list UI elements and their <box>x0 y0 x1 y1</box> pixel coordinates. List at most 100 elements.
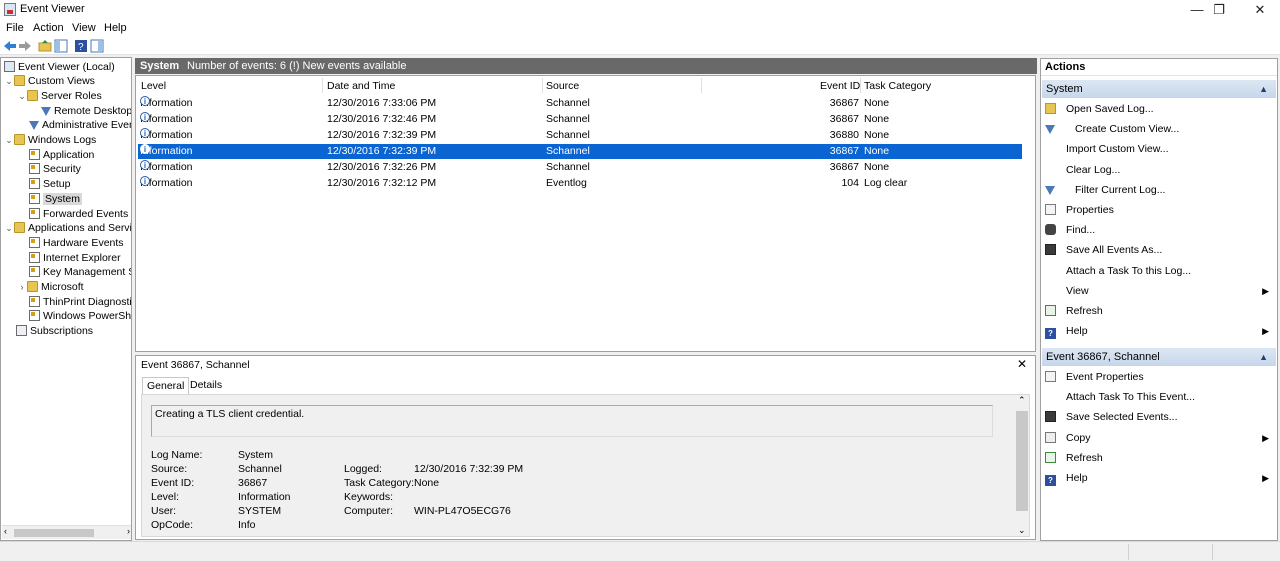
section-event[interactable]: Event 36867, Schannel ▲ <box>1042 348 1276 366</box>
collapse-icon[interactable]: ▲ <box>1259 80 1268 98</box>
action-create-custom-view[interactable]: Create Custom View... <box>1045 120 1273 138</box>
chevron-right-icon[interactable]: › <box>17 280 27 294</box>
tree-node-powershell[interactable]: Windows PowerShel <box>29 309 131 323</box>
information-icon: i <box>140 176 150 186</box>
label-log-name: Log Name: <box>151 449 203 461</box>
tree-node-custom-views[interactable]: ⌄ Custom Views <box>4 74 95 88</box>
tree-node-subscriptions[interactable]: Subscriptions <box>16 324 93 338</box>
tree-node-security[interactable]: Security <box>29 162 81 176</box>
tree-node-forwarded-events[interactable]: Forwarded Events <box>29 207 128 221</box>
menu-action[interactable]: Action <box>33 22 64 34</box>
table-row[interactable]: i Information 12/30/2016 7:32:26 PM Schanne… <box>138 160 1022 175</box>
menu-view[interactable]: View <box>72 22 96 34</box>
action-import-custom-view[interactable]: Import Custom View... <box>1045 140 1273 158</box>
menu-help[interactable]: Help <box>104 22 127 34</box>
table-row[interactable]: i Information 12/30/2016 7:32:39 PM Schanne… <box>138 144 1022 159</box>
scroll-left-icon[interactable]: ‹ <box>4 526 7 536</box>
column-header-date[interactable]: Date and Time <box>327 80 395 92</box>
cell-datetime: 12/30/2016 7:32:46 PM <box>327 113 437 125</box>
column-header-task-category[interactable]: Task Category <box>864 80 931 92</box>
log-icon <box>29 266 40 277</box>
table-row[interactable]: i Information 12/30/2016 7:33:06 PM Schanne… <box>138 96 1022 111</box>
save-icon <box>1045 411 1056 423</box>
copy-icon <box>1045 431 1056 443</box>
collapse-icon[interactable]: ▲ <box>1259 348 1268 366</box>
chevron-down-icon[interactable]: ⌄ <box>17 89 27 103</box>
table-row[interactable]: i Information 12/30/2016 7:32:46 PM Schanne… <box>138 112 1022 127</box>
tree-node-thinprint[interactable]: ThinPrint Diagnostic <box>29 295 131 309</box>
tree-node-apps-services[interactable]: ⌄ Applications and Servic <box>4 221 131 235</box>
tree-node-root[interactable]: Event Viewer (Local) <box>4 60 115 74</box>
information-icon: i <box>140 160 150 170</box>
action-filter-current-log[interactable]: Filter Current Log... <box>1045 181 1273 199</box>
title-bar: Event Viewer — ❐ ✕ <box>0 0 1280 20</box>
forward-arrow-icon[interactable] <box>18 39 32 53</box>
information-icon: i <box>140 144 150 154</box>
tree-node-key-management[interactable]: Key Management Se <box>29 265 131 279</box>
scroll-right-icon[interactable]: › <box>127 526 130 536</box>
event-action-save-selected-events[interactable]: Save Selected Events... <box>1045 408 1273 426</box>
tree-node-system[interactable]: System <box>29 192 83 206</box>
log-icon <box>29 193 40 204</box>
tree-node-windows-logs[interactable]: ⌄ Windows Logs <box>4 133 96 147</box>
event-action-attach-task-to-this-event[interactable]: Attach Task To This Event... <box>1045 388 1273 406</box>
detail-vertical-scrollbar[interactable]: ⌃ ⌄ <box>1015 395 1029 536</box>
column-header-level[interactable]: Level <box>141 80 166 92</box>
tree-node-application[interactable]: Application <box>29 148 94 162</box>
tree-node-setup[interactable]: Setup <box>29 177 70 191</box>
tree-node-hardware-events[interactable]: Hardware Events <box>29 236 124 250</box>
event-properties-icon <box>1045 371 1056 382</box>
folder-icon <box>14 134 25 145</box>
help-icon: ? <box>1045 328 1056 340</box>
chevron-down-icon[interactable]: ⌄ <box>4 133 14 147</box>
help-icon[interactable]: ? <box>74 39 88 53</box>
event-action-event-properties[interactable]: Event Properties <box>1045 368 1273 386</box>
chevron-down-icon[interactable]: ⌄ <box>4 221 14 235</box>
event-action-refresh[interactable]: Refresh <box>1045 449 1273 467</box>
event-action-help[interactable]: ? Help ▶ <box>1045 469 1273 487</box>
column-header-source[interactable]: Source <box>546 80 579 92</box>
action-help[interactable]: ? Help ▶ <box>1045 322 1273 340</box>
action-attach-a-task-to-this-log[interactable]: Attach a Task To this Log... <box>1045 262 1273 280</box>
action-save-all-events-as[interactable]: Save All Events As... <box>1045 241 1273 259</box>
action-view[interactable]: View ▶ <box>1045 282 1273 300</box>
menu-file[interactable]: File <box>6 22 24 34</box>
action-refresh[interactable]: Refresh <box>1045 302 1273 320</box>
close-icon[interactable]: ✕ <box>1017 357 1027 371</box>
action-clear-log[interactable]: Clear Log... <box>1045 161 1273 179</box>
tree-node-administrative-events[interactable]: Administrative Even <box>29 118 131 132</box>
tree-node-internet-explorer[interactable]: Internet Explorer <box>29 251 121 265</box>
restore-button[interactable]: ❐ <box>1199 0 1239 20</box>
back-arrow-icon[interactable] <box>3 39 17 53</box>
show-hide-console-tree-icon[interactable] <box>54 39 68 53</box>
close-button[interactable]: ✕ <box>1240 0 1280 20</box>
tab-general[interactable]: General <box>142 377 190 394</box>
action-label: Attach Task To This Event... <box>1066 391 1195 404</box>
action-find[interactable]: Find... <box>1045 221 1273 239</box>
scrollbar-thumb[interactable] <box>1016 411 1028 511</box>
table-row[interactable]: i Information 12/30/2016 7:32:12 PM Eventlo… <box>138 176 1022 191</box>
action-open-saved-log[interactable]: Open Saved Log... <box>1045 100 1273 118</box>
log-icon <box>29 296 40 307</box>
section-system[interactable]: System ▲ <box>1042 80 1276 98</box>
column-header-event-id[interactable]: Event ID <box>820 80 860 92</box>
scrollbar-thumb[interactable] <box>14 529 94 537</box>
tree-node-remote-desktop[interactable]: Remote Desktop <box>41 104 131 118</box>
chevron-down-icon[interactable]: ⌄ <box>4 74 14 88</box>
tab-details[interactable]: Details <box>186 377 226 394</box>
filter-icon <box>41 107 51 116</box>
filter-icon <box>1045 185 1055 195</box>
event-description[interactable]: Creating a TLS client credential. <box>151 405 993 437</box>
tree-node-microsoft[interactable]: › Microsoft <box>17 280 84 294</box>
tree-node-server-roles[interactable]: ⌄ Server Roles <box>17 89 102 103</box>
label-task-category: Task Category: <box>344 477 415 489</box>
table-row[interactable]: i Information 12/30/2016 7:32:39 PM Schanne… <box>138 128 1022 143</box>
up-folder-icon[interactable] <box>38 39 52 53</box>
action-properties[interactable]: Properties <box>1045 201 1273 219</box>
cell-level: i Information <box>140 144 193 159</box>
show-hide-action-pane-icon[interactable] <box>90 39 104 53</box>
tree-horizontal-scrollbar[interactable]: ‹ › <box>2 525 131 539</box>
scroll-down-icon[interactable]: ⌄ <box>1018 525 1026 536</box>
scroll-up-icon[interactable]: ⌃ <box>1018 395 1026 406</box>
event-action-copy[interactable]: Copy ▶ <box>1045 429 1273 447</box>
